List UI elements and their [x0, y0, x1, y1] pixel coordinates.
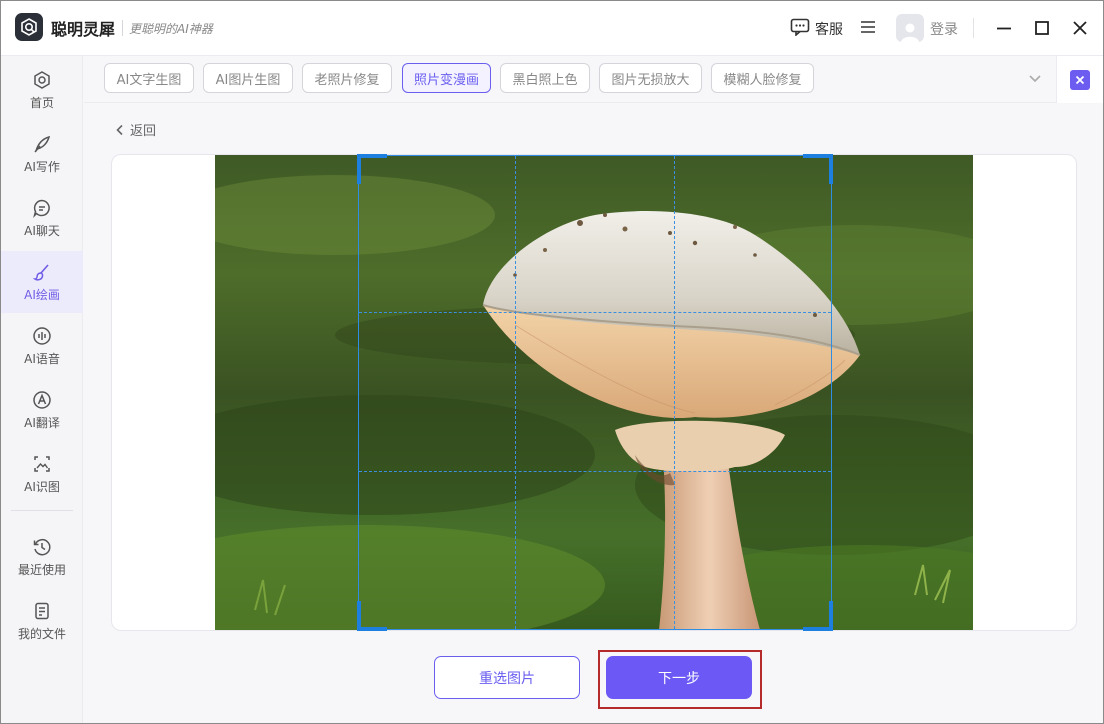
sidebar-item-my-files[interactable]: 我的文件 [1, 590, 83, 652]
sidebar-item-label: AI识图 [24, 479, 60, 494]
sidebar-item-label: AI写作 [24, 159, 60, 174]
window-controls-divider [973, 18, 974, 38]
sidebar-item-label: AI绘画 [24, 287, 60, 302]
app-name: 聪明灵犀 [51, 20, 116, 39]
app-window: 聪明灵犀 更聪明的AI神器 客服 登录 首页 AI写作 AI聊天 AI绘画 AI… [0, 0, 1104, 724]
image-recognize-icon [34, 455, 50, 472]
sidebar-item-ai-writing[interactable]: AI写作 [1, 123, 83, 185]
sidebar: 首页 AI写作 AI聊天 AI绘画 AI语音 AI翻译 AI识图 最近使用 我的… [1, 56, 83, 723]
tab-ai-image-to-image[interactable]: AI图片生图 [203, 63, 293, 93]
translate-icon [33, 390, 51, 409]
crop-handle-bottom-right[interactable] [803, 601, 833, 631]
tab-photo-to-cartoon[interactable]: 照片变漫画 [402, 63, 491, 93]
customer-service-label: 客服 [815, 22, 843, 38]
sidebar-item-label: AI语音 [24, 351, 60, 366]
quill-icon [34, 135, 51, 152]
hamburger-menu-icon[interactable] [859, 19, 877, 39]
tool-tabs-bar: AI文字生图 AI图片生图 老照片修复 照片变漫画 黑白照上色 图片无损放大 模… [84, 56, 1056, 103]
tab-lossless-upscale[interactable]: 图片无损放大 [599, 63, 702, 93]
close-icon [1070, 69, 1090, 90]
crop-handle-bottom-left[interactable] [357, 601, 387, 631]
voice-icon [33, 326, 51, 345]
brain-logo-icon [15, 13, 43, 41]
user-avatar-icon[interactable] [896, 14, 924, 42]
chevron-left-icon [116, 124, 123, 135]
sidebar-item-label: 我的文件 [17, 626, 66, 641]
sidebar-item-label: 最近使用 [17, 562, 66, 577]
clock-icon [33, 538, 51, 555]
tab-old-photo-restore[interactable]: 老照片修复 [302, 63, 392, 93]
sidebar-item-ai-drawing[interactable]: AI绘画 [1, 251, 83, 313]
sidebar-item-ai-voice[interactable]: AI语音 [1, 315, 83, 377]
title-divider [122, 20, 123, 36]
tab-blurry-face-restore[interactable]: 模糊人脸修复 [711, 63, 814, 93]
sidebar-item-recent[interactable]: 最近使用 [1, 526, 83, 588]
back-link[interactable]: 返回 [115, 120, 156, 139]
chevron-down-icon[interactable] [1027, 70, 1043, 90]
crop-grid-line [515, 156, 516, 629]
customer-service-button[interactable]: 客服 [790, 18, 843, 40]
chat-icon [33, 199, 50, 218]
maximize-icon[interactable] [1030, 16, 1054, 40]
crop-frame[interactable] [357, 154, 833, 631]
app-slogan: 更聪明的AI神器 [129, 22, 213, 36]
sidebar-item-label: 首页 [29, 95, 54, 110]
sidebar-item-ai-chat[interactable]: AI聊天 [1, 187, 83, 249]
home-icon [34, 70, 50, 89]
sidebar-item-ai-recognize[interactable]: AI识图 [1, 443, 83, 505]
sidebar-item-label: AI聊天 [24, 223, 60, 238]
sidebar-item-ai-translate[interactable]: AI翻译 [1, 379, 83, 441]
crop-handle-top-left[interactable] [357, 154, 387, 184]
sidebar-divider [11, 510, 73, 511]
brush-icon [32, 263, 49, 281]
reselect-image-button[interactable]: 重选图片 [434, 656, 580, 699]
title-bar: 聪明灵犀 更聪明的AI神器 客服 登录 [1, 1, 1103, 56]
next-step-button[interactable]: 下一步 [606, 656, 752, 699]
login-link[interactable]: 登录 [930, 19, 958, 39]
back-label: 返回 [130, 124, 157, 139]
crop-grid-line [359, 312, 831, 313]
crop-grid-line [674, 156, 675, 629]
close-panel-button[interactable] [1056, 56, 1103, 103]
crop-grid-line [359, 471, 831, 472]
crop-handle-top-right[interactable] [803, 154, 833, 184]
minimize-icon[interactable] [992, 16, 1016, 40]
close-icon[interactable] [1068, 16, 1092, 40]
chat-bubble-icon [790, 18, 810, 40]
sidebar-item-label: AI翻译 [24, 415, 60, 430]
file-icon [35, 602, 49, 619]
sidebar-item-home[interactable]: 首页 [1, 59, 83, 121]
tab-bw-colorize[interactable]: 黑白照上色 [500, 63, 590, 93]
tab-ai-text-to-image[interactable]: AI文字生图 [104, 63, 194, 93]
